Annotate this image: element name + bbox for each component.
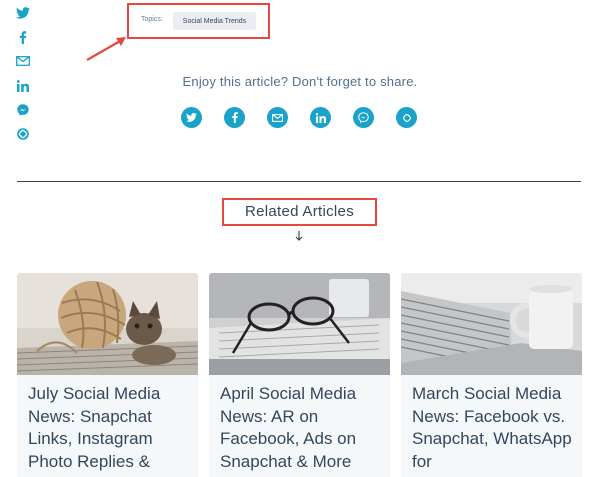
article-title: April Social Media News: AR on Facebook,… [220,384,357,471]
article-title: March Social Media News: Facebook vs. Sn… [412,384,572,471]
share-prompt: Enjoy this article? Don't forget to shar… [182,74,418,89]
article-card[interactable]: July Social Media News: Snapchat Links, … [17,273,198,477]
messenger-icon[interactable] [353,107,374,128]
share-link-icon[interactable] [14,127,32,141]
messenger-icon[interactable] [14,103,32,117]
share-link-icon[interactable] [396,107,417,128]
section-divider [17,181,581,182]
facebook-icon[interactable] [14,30,32,44]
facebook-icon[interactable] [224,107,245,128]
related-articles-title: Related Articles [244,203,355,220]
article-title: July Social Media News: Snapchat Links, … [28,384,161,471]
article-thumbnail-yarn-kitten [17,273,198,375]
twitter-icon[interactable] [14,6,32,20]
article-card[interactable]: April Social Media News: AR on Facebook,… [209,273,390,477]
topic-tag[interactable]: Social Media Trends [173,12,256,30]
down-arrow-icon [295,231,303,241]
email-icon[interactable] [14,54,32,68]
page: Topics: Social Media Trends Enjoy this a… [0,0,600,477]
article-thumbnail-glasses-newspaper [209,273,390,375]
article-card[interactable]: March Social Media News: Facebook vs. Sn… [401,273,582,477]
twitter-icon[interactable] [181,107,202,128]
annotation-arrow [86,37,126,61]
linkedin-icon[interactable] [310,107,331,128]
topics-label: Topics: [141,16,163,23]
article-thumbnail-newspapers-mug [401,273,582,375]
email-icon[interactable] [267,107,288,128]
